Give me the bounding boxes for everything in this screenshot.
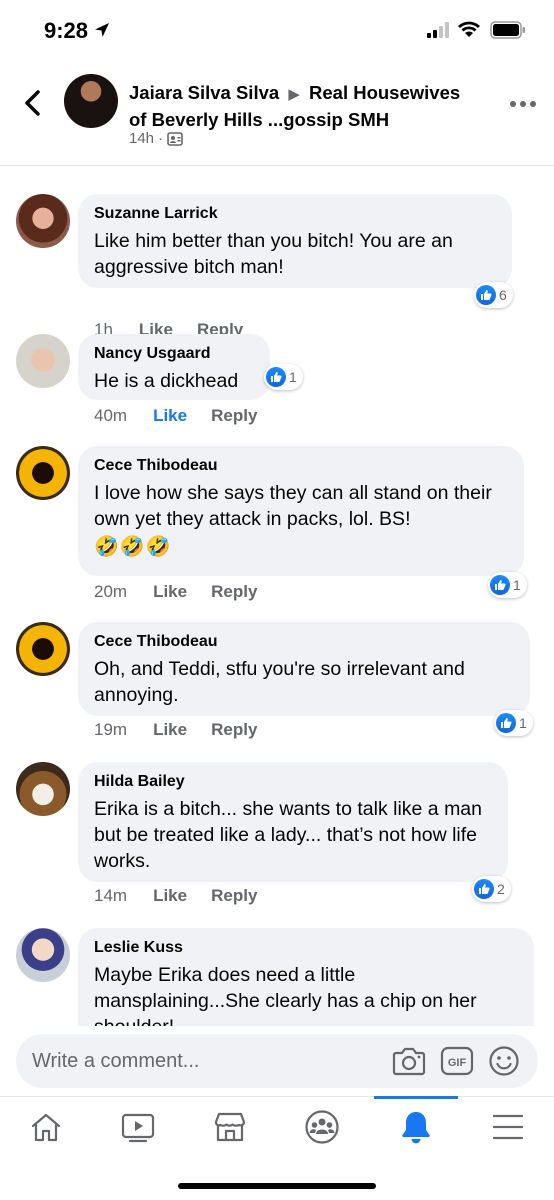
comment-time: 14m: [94, 886, 128, 905]
group-privacy-icon: [167, 131, 183, 146]
comment-actions: 19m Like Reply: [94, 720, 257, 740]
reply-button[interactable]: Reply: [211, 886, 257, 906]
commenter-name[interactable]: Suzanne Larrick: [94, 204, 496, 224]
home-icon: [31, 1113, 61, 1142]
svg-text:GIF: GIF: [448, 1057, 467, 1069]
notifications-bell-icon: [402, 1112, 430, 1144]
comment-text: Maybe Erika does need a little mansplain…: [94, 964, 477, 1026]
comment-text: He is a dickhead: [94, 370, 239, 392]
commenter-avatar[interactable]: [16, 194, 70, 248]
post-header: Jaiara Silva Silva ▶ Real Housewives of …: [0, 62, 554, 166]
composer-field-container[interactable]: GIF: [16, 1034, 538, 1088]
post-time[interactable]: 14h: [129, 130, 154, 147]
comment-bubble[interactable]: Suzanne Larrick Like him better than you…: [78, 194, 512, 288]
post-title[interactable]: Jaiara Silva Silva ▶ Real Housewives of …: [129, 80, 479, 132]
reaction-count[interactable]: 2: [472, 876, 511, 902]
reply-button[interactable]: Reply: [211, 406, 257, 426]
arrow-right-icon: ▶: [288, 86, 300, 103]
nav-menu[interactable]: [478, 1107, 538, 1147]
author-name[interactable]: Jaiara Silva Silva: [129, 82, 279, 103]
camera-icon[interactable]: [392, 1045, 426, 1077]
commenter-avatar[interactable]: [16, 928, 70, 982]
gif-icon[interactable]: GIF: [440, 1045, 474, 1077]
comment-time: 19m: [94, 720, 128, 739]
like-button[interactable]: Like: [153, 886, 187, 906]
location-arrow-icon: [95, 23, 109, 37]
marketplace-icon: [214, 1112, 246, 1142]
comment-emoji: 🤣🤣🤣: [94, 536, 172, 558]
comment-text: Like him better than you bitch! You are …: [94, 230, 453, 278]
comment-actions: 40m Like Reply: [94, 406, 257, 426]
like-button[interactable]: Like: [153, 406, 187, 426]
reaction-number: 1: [513, 577, 521, 593]
wifi-icon: [458, 21, 480, 37]
menu-icon: [492, 1114, 524, 1140]
comment-actions: 20m Like Reply: [94, 582, 257, 602]
commenter-name[interactable]: Nancy Usgaard: [94, 344, 254, 364]
nav-home[interactable]: [16, 1107, 76, 1147]
commenter-avatar[interactable]: [16, 334, 70, 388]
like-button[interactable]: Like: [153, 720, 187, 740]
thumbs-up-icon: [474, 879, 494, 899]
comment-bubble[interactable]: Nancy Usgaard He is a dickhead: [78, 334, 270, 400]
nav-active-indicator: [374, 1096, 458, 1099]
comment-bubble[interactable]: Hilda Bailey Erika is a bitch... she wan…: [78, 762, 508, 882]
home-indicator: [178, 1183, 376, 1189]
comment-composer: GIF: [0, 1026, 554, 1096]
groups-icon: [305, 1110, 339, 1144]
thumbs-up-icon: [496, 713, 516, 733]
thumbs-up-icon: [490, 575, 510, 595]
comment-actions: 14m Like Reply: [94, 886, 257, 906]
commenter-avatar[interactable]: [16, 622, 70, 676]
status-time: 9:28: [44, 18, 89, 43]
thumbs-up-icon: [476, 285, 496, 305]
comment-bubble[interactable]: Cece Thibodeau Oh, and Teddi, stfu you'r…: [78, 622, 530, 716]
author-avatar[interactable]: [64, 74, 118, 128]
back-chevron-icon[interactable]: [18, 86, 48, 120]
reaction-count[interactable]: 1: [264, 364, 303, 390]
bottom-navigation: [0, 1096, 554, 1200]
reaction-count[interactable]: 1: [488, 572, 527, 598]
comment-text: I love how she says they can all stand o…: [94, 482, 492, 530]
comment-input[interactable]: [32, 1034, 372, 1088]
commenter-name[interactable]: Hilda Bailey: [94, 772, 492, 792]
commenter-avatar[interactable]: [16, 762, 70, 816]
reply-button[interactable]: Reply: [211, 582, 257, 602]
status-bar: 9:28: [0, 0, 554, 62]
nav-marketplace[interactable]: [200, 1107, 260, 1147]
reply-button[interactable]: Reply: [211, 720, 257, 740]
commenter-name[interactable]: Leslie Kuss: [94, 938, 518, 958]
comment-list[interactable]: Suzanne Larrick Like him better than you…: [0, 166, 554, 1026]
reaction-count[interactable]: 6: [474, 282, 513, 308]
battery-icon: [490, 21, 525, 39]
nav-notifications[interactable]: [386, 1107, 446, 1147]
comment-text: Oh, and Teddi, stfu you're so irrelevant…: [94, 658, 465, 706]
cellular-signal-icon: [427, 22, 449, 38]
commenter-name[interactable]: Cece Thibodeau: [94, 632, 514, 652]
watch-icon: [121, 1113, 155, 1143]
comment-time: 20m: [94, 582, 128, 601]
smiley-icon[interactable]: [488, 1045, 520, 1077]
like-button[interactable]: Like: [153, 582, 187, 602]
comment-time: 40m: [94, 406, 128, 425]
thumbs-up-icon: [266, 367, 286, 387]
comment-text: Erika is a bitch... she wants to talk li…: [94, 798, 483, 872]
comment-bubble[interactable]: Cece Thibodeau I love how she says they …: [78, 446, 524, 576]
reaction-number: 6: [499, 287, 507, 303]
comment-bubble[interactable]: Leslie Kuss Maybe Erika does need a litt…: [78, 928, 534, 1026]
reaction-number: 1: [519, 715, 527, 731]
more-horizontal-icon[interactable]: [508, 98, 538, 110]
reaction-count[interactable]: 1: [494, 710, 533, 736]
reaction-number: 2: [497, 881, 505, 897]
nav-watch[interactable]: [108, 1107, 168, 1147]
post-meta: 14h ·: [129, 130, 183, 147]
nav-groups[interactable]: [292, 1107, 352, 1147]
meta-separator: ·: [158, 130, 164, 147]
reaction-number: 1: [289, 369, 297, 385]
commenter-avatar[interactable]: [16, 446, 70, 500]
commenter-name[interactable]: Cece Thibodeau: [94, 456, 508, 476]
